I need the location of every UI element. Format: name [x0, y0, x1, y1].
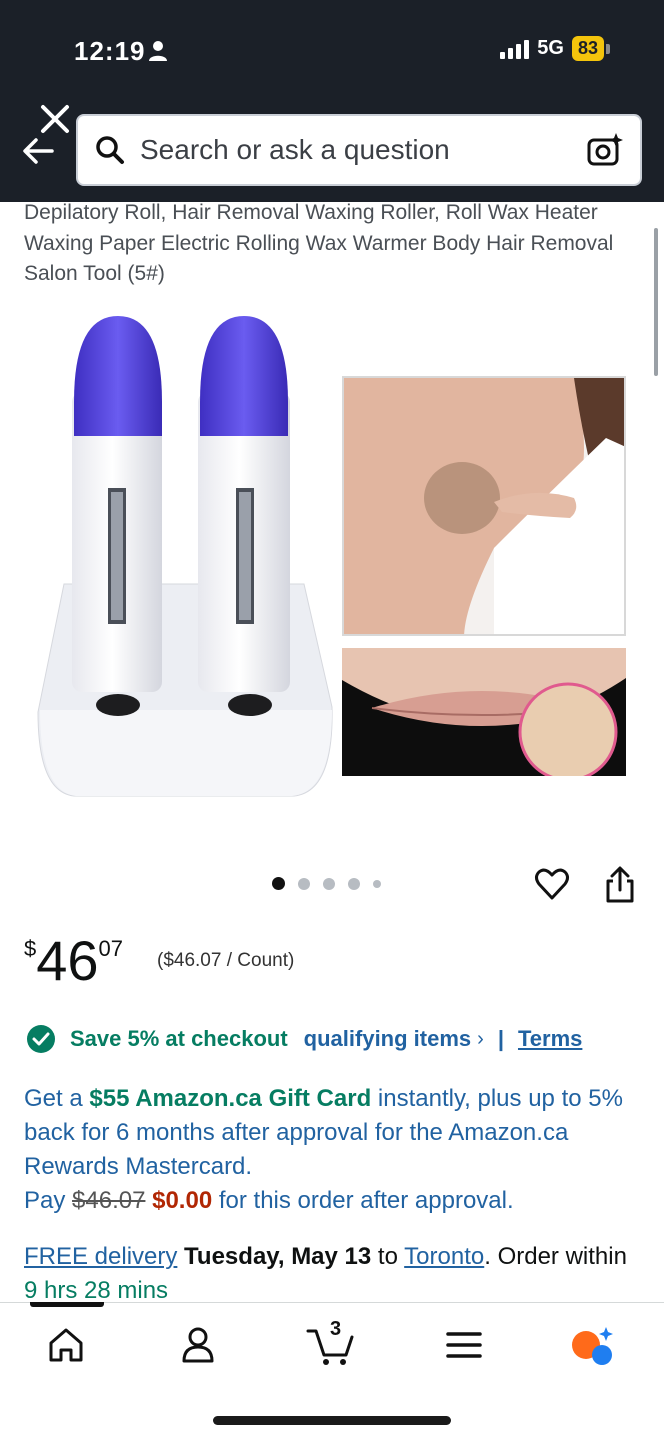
promo-pay: Pay — [24, 1187, 66, 1214]
status-indicators: 5G 83 — [500, 36, 610, 61]
product-image-armpit[interactable] — [342, 376, 626, 636]
camera-search-icon[interactable] — [586, 131, 624, 169]
product-image-wax-heater[interactable] — [34, 312, 336, 802]
network-label: 5G — [537, 37, 564, 59]
cart-count-badge: 3 — [330, 1318, 342, 1340]
unit-price: ($46.07 / Count) — [157, 950, 295, 971]
promo-old-price: $46.07 — [72, 1187, 146, 1214]
home-icon[interactable] — [44, 1323, 88, 1367]
battery-icon — [606, 43, 610, 54]
carousel-dot[interactable] — [298, 877, 310, 890]
promo-new-price: $0.00 — [152, 1187, 213, 1214]
delivery-info: FREE delivery Tuesday, May 13 to Toronto… — [24, 1240, 634, 1308]
separator: | — [497, 1026, 504, 1051]
promo-gift-card: $55 Amazon.ca Gift Card — [89, 1085, 372, 1112]
delivery-date: Tuesday, May 13 — [184, 1243, 372, 1270]
product-title[interactable]: Depilatory Roll, Hair Removal Waxing Rol… — [24, 198, 640, 290]
menu-icon[interactable] — [442, 1323, 486, 1367]
app-header: 12:19 5G 83 Search or ask a question — [0, 0, 664, 202]
share-icon[interactable] — [604, 866, 636, 904]
search-bar[interactable]: Search or ask a question — [76, 114, 642, 186]
carousel-dot[interactable] — [323, 877, 335, 890]
price-fraction: 07 — [98, 936, 124, 961]
price-currency: $ — [24, 936, 37, 961]
delivery-location-link[interactable]: Toronto — [404, 1243, 484, 1270]
price-whole: 46 — [36, 929, 99, 992]
close-icon[interactable] — [38, 102, 72, 136]
chevron-right-icon: › — [477, 1027, 484, 1050]
person-icon — [149, 41, 167, 61]
promo-suffix: for this order after approval. — [218, 1187, 514, 1214]
account-icon[interactable] — [176, 1323, 220, 1367]
save-text: Save 5% at checkout — [70, 1026, 288, 1051]
price: $ 46 07 — [24, 930, 123, 992]
active-tab-indicator — [30, 1302, 104, 1307]
search-icon — [96, 136, 124, 164]
qualifying-items-link[interactable]: qualifying items — [304, 1026, 471, 1052]
promo-prefix: Get a — [24, 1085, 83, 1112]
home-indicator[interactable] — [213, 1416, 451, 1425]
carousel-dot[interactable] — [272, 877, 285, 890]
image-carousel-dots[interactable] — [272, 877, 381, 890]
delivery-countdown: 9 hrs 28 mins — [24, 1277, 169, 1304]
delivery-within: within — [565, 1243, 627, 1270]
free-delivery-link[interactable]: FREE delivery — [24, 1243, 177, 1270]
rufus-icon[interactable] — [570, 1323, 614, 1367]
delivery-to: to — [377, 1243, 398, 1270]
check-circle-icon — [27, 1025, 55, 1053]
carousel-dot[interactable] — [373, 879, 381, 888]
search-input[interactable]: Search or ask a question — [140, 134, 586, 166]
signal-icon — [500, 39, 530, 59]
scrollbar[interactable] — [654, 228, 658, 376]
terms-link[interactable]: Terms — [518, 1026, 582, 1052]
carousel-dot[interactable] — [348, 877, 360, 890]
product-image-lips[interactable] — [342, 648, 626, 776]
status-time: 12:19 — [74, 36, 146, 66]
delivery-order: . Order — [484, 1243, 559, 1270]
heart-icon[interactable] — [534, 866, 570, 902]
battery-level: 83 — [571, 36, 604, 61]
gift-card-promo[interactable]: Get a $55 Amazon.ca Gift Card instantly,… — [24, 1082, 634, 1218]
coupon-row: Save 5% at checkout qualifying items › |… — [26, 1024, 582, 1054]
back-arrow-icon[interactable] — [20, 134, 56, 168]
